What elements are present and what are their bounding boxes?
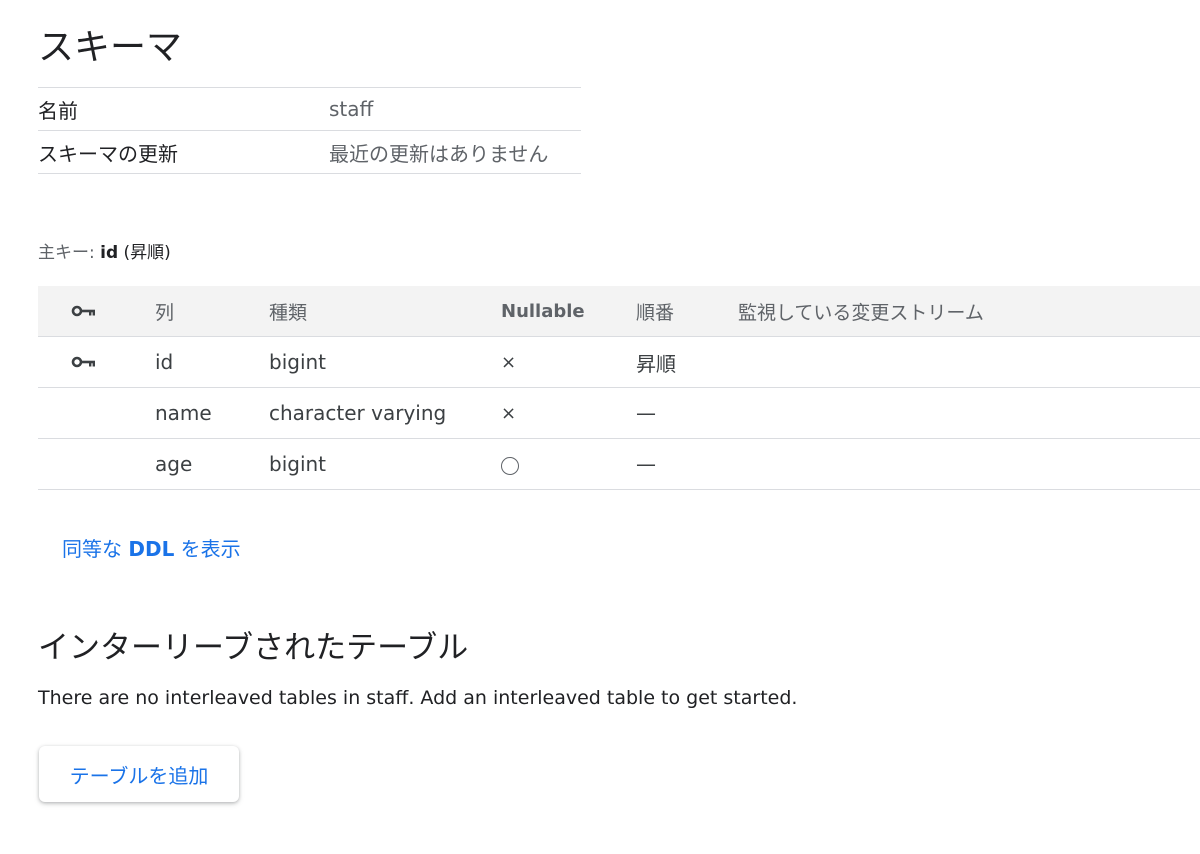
table-row: name character varying × — [38, 388, 1200, 439]
nullable-circle-icon [501, 456, 519, 475]
header-column: 列 [155, 301, 175, 324]
primary-key-summary: 主キー: id (昇順) [38, 238, 171, 263]
column-order: — [636, 452, 656, 476]
key-icon [71, 305, 95, 317]
schema-name-label: 名前 [38, 98, 78, 123]
column-type: bigint [269, 452, 327, 476]
column-nullable: × [501, 351, 517, 373]
primary-key-column: id [100, 243, 119, 263]
show-ddl-link[interactable]: 同等な DDL を表示 [62, 533, 241, 562]
key-cell [38, 356, 155, 368]
column-order: 昇順 [636, 351, 676, 376]
schema-info-row-updates: スキーマの更新 最近の更新はありません [38, 131, 581, 174]
add-table-button[interactable]: テーブルを追加 [39, 746, 239, 802]
ddl-link-suffix: を表示 [180, 537, 241, 561]
column-name: id [155, 350, 174, 374]
column-order: — [636, 401, 656, 425]
interleaved-empty-message: There are no interleaved tables in staff… [38, 687, 798, 709]
header-nullable: Nullable [501, 300, 585, 322]
primary-key-order: (昇順) [123, 243, 171, 263]
table-row: id bigint × 昇順 [38, 337, 1200, 388]
schema-updates-value: 最近の更新はありません [329, 141, 549, 166]
page-title: スキーマ [38, 27, 183, 68]
interleaved-tables-title: インターリーブされたテーブル [38, 630, 469, 666]
ddl-link-prefix: 同等な [62, 537, 122, 561]
column-name: name [155, 401, 212, 425]
key-column-header [38, 305, 155, 317]
schema-name-value: staff [329, 97, 374, 121]
column-nullable: ○ [501, 452, 636, 476]
column-nullable: × [501, 402, 517, 424]
header-order: 順番 [636, 301, 675, 324]
columns-table: 列 種類 Nullable 順番 監視している変更ストリーム id bigint… [38, 286, 1200, 490]
column-type: bigint [269, 350, 327, 374]
columns-table-header: 列 種類 Nullable 順番 監視している変更ストリーム [38, 286, 1200, 337]
schema-updates-label: スキーマの更新 [38, 141, 178, 166]
ddl-link-bold: DDL [128, 537, 175, 561]
schema-info-table: 名前 staff スキーマの更新 最近の更新はありません [38, 87, 581, 174]
key-icon [71, 356, 95, 368]
primary-key-label: 主キー: [38, 243, 95, 263]
column-type: character varying [269, 401, 447, 425]
header-change-stream: 監視している変更ストリーム [738, 301, 984, 324]
table-row: age bigint ○ — [38, 439, 1200, 490]
header-type: 種類 [269, 301, 308, 324]
schema-info-row-name: 名前 staff [38, 88, 581, 131]
column-name: age [155, 452, 193, 476]
